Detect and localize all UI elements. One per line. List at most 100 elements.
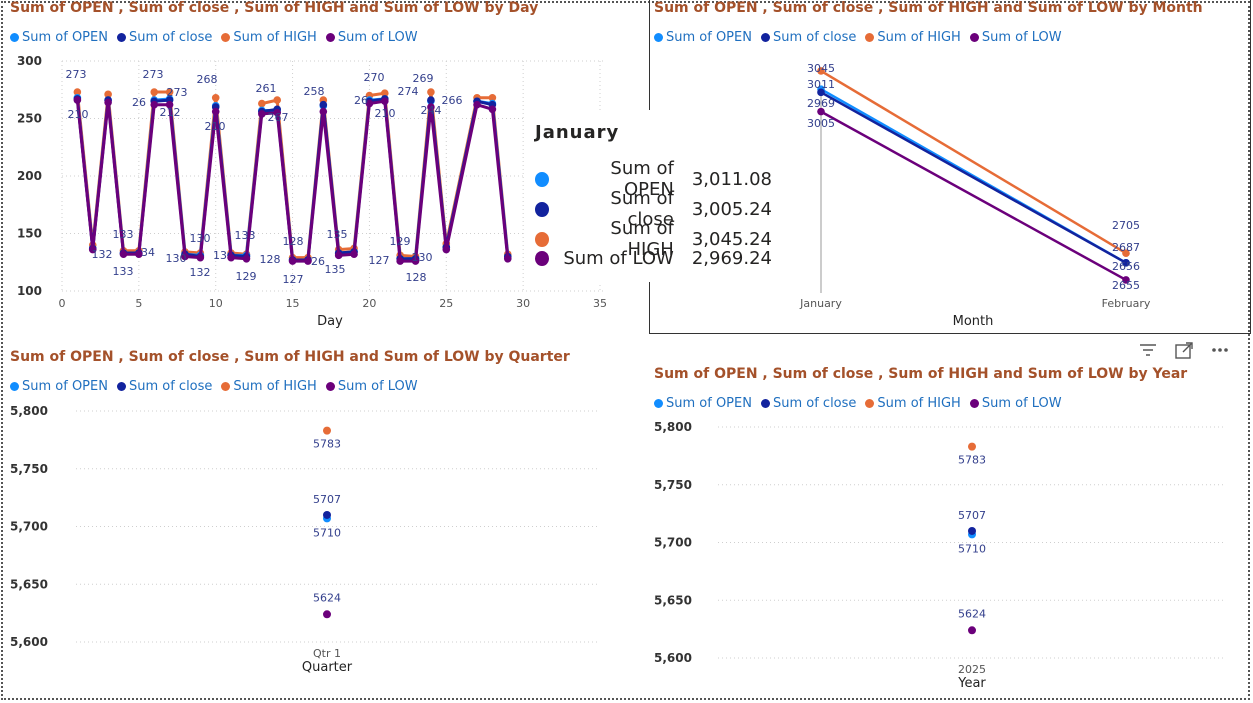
data-point (319, 107, 328, 116)
series-line (820, 110, 1127, 282)
data-point (381, 97, 389, 106)
data-point (442, 245, 451, 254)
data-label: 267 (268, 111, 289, 124)
data-point (473, 100, 481, 109)
data-point (503, 254, 512, 263)
filter-icon[interactable] (1138, 342, 1158, 364)
data-label: 127 (369, 254, 390, 267)
data-point (323, 510, 331, 519)
x-tick-label: 10 (209, 297, 223, 310)
data-label: 3011 (807, 78, 835, 91)
y-tick-label: 5,800 (654, 420, 692, 434)
data-point (242, 254, 251, 263)
data-label: 133 (113, 228, 134, 241)
x-axis-title: Day (317, 314, 343, 329)
data-label: 26 (311, 255, 325, 268)
data-label: 135 (327, 228, 348, 241)
data-label: 3005 (807, 117, 835, 130)
data-label: 273 (143, 68, 164, 81)
data-label: 3045 (807, 62, 835, 75)
x-tick-label: Qtr 1 (313, 647, 341, 660)
data-point (150, 100, 159, 109)
more-options-icon[interactable] (1210, 342, 1230, 364)
x-axis-title: Month (953, 314, 994, 329)
y-tick-label: 5,650 (10, 577, 48, 591)
data-label: 210 (68, 108, 89, 121)
data-point (227, 253, 235, 262)
data-point (73, 96, 82, 104)
data-label: 5707 (313, 493, 341, 506)
data-label: 26 (132, 96, 146, 109)
data-label: 129 (390, 235, 411, 248)
data-point (427, 88, 435, 96)
data-label: 274 (398, 85, 419, 98)
data-label: 244 (421, 104, 442, 117)
data-point (258, 99, 266, 108)
data-label: 130 (190, 232, 211, 245)
x-tick-label: 25 (439, 297, 453, 310)
data-label: 2656 (1112, 260, 1140, 273)
x-tick-label: February (1102, 297, 1151, 310)
data-label: 5624 (313, 591, 341, 604)
data-point (104, 98, 112, 107)
data-label: 13 (213, 249, 227, 262)
data-label: 130 (412, 251, 433, 264)
year-chart-plot: 5,800 5,750 5,700 5,650 5,600 5783 5707 5710 562… (654, 420, 1224, 691)
data-label: 128 (283, 235, 304, 248)
data-label: 261 (256, 82, 277, 95)
data-point (968, 626, 976, 635)
quarter-chart-plot: 5,800 5,750 5,700 5,650 5,600 5783 5707 5710 562… (10, 404, 600, 675)
data-label: 273 (66, 68, 87, 81)
january-tooltip: January Sum of OPEN 3,011.08 Sum of clos… (524, 110, 772, 282)
data-label: 2705 (1112, 219, 1140, 232)
x-tick-label: 2025 (958, 663, 986, 676)
data-label: 132 (92, 248, 113, 261)
data-point (350, 250, 358, 258)
data-label: 5710 (958, 542, 986, 555)
data-label: 5710 (313, 526, 341, 539)
y-tick-label: 5,700 (654, 536, 692, 550)
data-label: 135 (325, 263, 346, 276)
data-label: 133 (235, 229, 256, 242)
x-axis-title: Quarter (302, 660, 353, 675)
data-label: 273 (167, 86, 188, 99)
data-label: 5624 (958, 607, 986, 620)
x-tick-label: 35 (593, 297, 607, 310)
y-tick-label: 5,600 (10, 635, 48, 649)
data-label: 129 (236, 270, 257, 283)
data-point (211, 107, 220, 116)
tooltip-low-label: Sum of LOW (563, 248, 674, 269)
data-label: 2687 (1112, 241, 1140, 254)
y-tick-label: 200 (17, 169, 42, 183)
data-label: 258 (304, 85, 325, 98)
data-label: 2969 (807, 97, 835, 110)
series-line (820, 91, 1127, 264)
y-tick-label: 5,750 (10, 462, 48, 476)
data-label: 133 (113, 265, 134, 278)
quarter-chart-panel[interactable]: Sum of OPEN , Sum of close , Sum of HIGH… (10, 349, 640, 689)
year-chart-panel[interactable]: Sum of OPEN , Sum of close , Sum of HIGH… (654, 366, 1244, 696)
tooltip-open-value: 3,011.08 (691, 168, 772, 190)
data-point (258, 110, 266, 118)
data-label: 128 (260, 253, 281, 266)
data-point (273, 96, 282, 104)
visual-header-icons (1138, 342, 1230, 364)
data-label: 268 (197, 73, 218, 86)
tooltip-title: January (535, 122, 620, 143)
y-tick-label: 5,700 (10, 520, 48, 534)
data-point (196, 253, 205, 262)
data-point (334, 251, 343, 260)
x-tick-label: January (799, 297, 842, 310)
focus-mode-icon[interactable] (1174, 342, 1194, 364)
tooltip-high-value: 3,045.24 (691, 228, 772, 250)
y-tick-label: 100 (17, 284, 42, 298)
data-label: 132 (190, 266, 211, 279)
tooltip-open-dot (535, 171, 550, 187)
x-tick-label: 20 (362, 297, 376, 310)
data-label: 212 (160, 106, 181, 119)
data-point (150, 88, 159, 96)
y-tick-label: 250 (17, 112, 42, 126)
data-label: 26 (354, 94, 368, 107)
data-point (288, 257, 297, 265)
data-label: 34 (141, 246, 155, 259)
